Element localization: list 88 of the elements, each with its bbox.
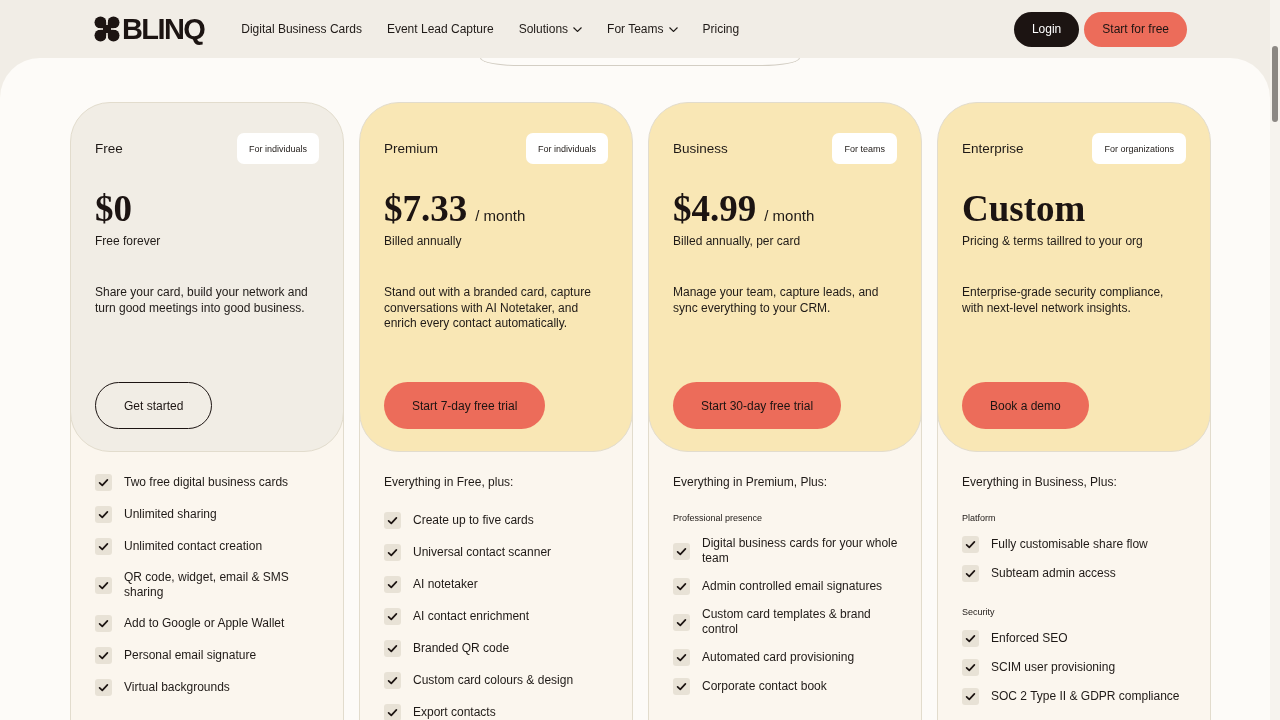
check-icon — [384, 544, 401, 561]
audience-tag: For individuals — [525, 133, 608, 164]
feature-text: Corporate contact book — [702, 679, 828, 694]
audience-tag: For organizations — [1092, 133, 1186, 164]
check-icon — [384, 512, 401, 529]
feature-text: Automated card provisioning — [702, 650, 856, 665]
billing-note: Billed annually — [384, 233, 463, 249]
plan-description: Manage your team, capture leads, and sync everything to your CRM. — [673, 285, 880, 316]
nav-link[interactable]: Solutions — [518, 18, 583, 40]
feature-text: Subteam admin access — [991, 566, 1117, 581]
plan-description: Stand out with a branded card, capture conversations with AI Notetaker, and enrich every contact automatically. — [384, 285, 592, 332]
feature-group-heading: Platform — [962, 512, 997, 524]
check-icon — [384, 672, 401, 689]
plan-name: Enterprise — [962, 141, 1024, 156]
plan-description: Enterprise-grade security compliance, with next-level network insights. — [962, 285, 1165, 316]
features-intro: Everything in Free, plus: — [384, 474, 515, 490]
feature-text: Unlimited sharing — [124, 507, 218, 522]
check-icon — [95, 538, 112, 555]
feature-text: Branded QR code — [413, 641, 511, 656]
feature-text: SOC 2 Type II & GDPR compliance — [991, 689, 1181, 704]
price-amount: Custom — [962, 190, 1086, 227]
scrollbar-thumb[interactable] — [1272, 46, 1278, 122]
feature-text: Custom card templates & brand control — [702, 607, 872, 637]
check-icon — [95, 474, 112, 491]
plan-button[interactable]: Book a demo — [962, 382, 1089, 429]
login-button[interactable]: Login — [1013, 11, 1080, 47]
feature-group-heading: Professional presence — [673, 512, 764, 524]
check-icon — [673, 678, 690, 695]
check-icon — [384, 608, 401, 625]
audience-tag: For individuals — [236, 133, 319, 164]
feature-text: Universal contact scanner — [413, 545, 553, 560]
price-period: / month — [475, 207, 526, 224]
audience-tag: For teams — [832, 133, 897, 164]
feature-text: Admin controlled email signatures — [702, 579, 884, 594]
feature-text: Unlimited contact creation — [124, 539, 264, 554]
check-icon — [673, 542, 690, 560]
plan-description: Share your card, build your network and turn good meetings into good business. — [95, 285, 309, 316]
check-icon — [962, 630, 979, 647]
check-icon — [95, 679, 112, 696]
feature-text: Export contacts — [413, 705, 497, 720]
feature-text: Create up to five cards — [413, 513, 535, 528]
check-icon — [673, 649, 690, 666]
check-icon — [673, 578, 690, 595]
billing-note: Pricing & terms taillred to your org — [962, 233, 1144, 249]
check-icon — [95, 647, 112, 664]
plan-name: Free — [95, 141, 123, 156]
check-icon — [962, 659, 979, 676]
plan-name: Business — [673, 141, 728, 156]
check-icon — [673, 613, 690, 631]
price-period: / month — [764, 207, 815, 224]
billing-note: Billed annually, per card — [673, 233, 802, 249]
feature-text: Fully customisable share flow — [991, 537, 1149, 552]
check-icon — [384, 576, 401, 593]
check-icon — [95, 506, 112, 523]
feature-text: Custom card colours & design — [413, 673, 575, 688]
feature-text: Personal email signature — [124, 648, 258, 663]
feature-text: Add to Google or Apple Wallet — [124, 616, 286, 631]
check-icon — [962, 565, 979, 582]
nav-link[interactable]: For Teams — [607, 18, 678, 40]
plan-button[interactable]: Start 30-day free trial — [673, 382, 842, 429]
nav-link[interactable]: Pricing — [702, 18, 740, 40]
price-amount: $0 — [95, 190, 132, 227]
check-icon — [95, 615, 112, 632]
billing-note: Free forever — [95, 233, 162, 249]
feature-group-heading: Security — [962, 606, 996, 618]
plan-name: Premium — [384, 141, 438, 156]
feature-text: AI contact enrichment — [413, 609, 531, 624]
check-icon — [962, 536, 979, 553]
feature-text: SCIM user provisioning — [991, 660, 1117, 675]
features-intro: Everything in Premium, Plus: — [673, 474, 829, 490]
logo-icon — [94, 16, 120, 42]
feature-text: QR code, widget, email & SMS sharing — [124, 570, 290, 600]
nav-link[interactable]: Event Lead Capture — [386, 18, 494, 40]
logo-wordmark[interactable]: BLINQ — [122, 14, 205, 44]
feature-text: Two free digital business cards — [124, 475, 290, 490]
nav-link[interactable]: Digital Business Cards — [241, 18, 362, 40]
check-icon — [962, 688, 979, 705]
feature-text: Virtual backgrounds — [124, 680, 231, 695]
features-intro: Everything in Business, Plus: — [962, 474, 1118, 490]
check-icon — [95, 576, 112, 594]
plan-button[interactable]: Start 7-day free trial — [384, 382, 546, 429]
check-icon — [384, 640, 401, 657]
price-amount: $7.33 — [384, 190, 468, 227]
signup-button[interactable]: Start for free — [1084, 11, 1187, 47]
feature-text: Enforced SEO — [991, 631, 1069, 646]
feature-text: AI notetaker — [413, 577, 479, 592]
feature-text: Digital business cards for your whole team — [702, 536, 899, 566]
price-amount: $4.99 — [673, 190, 757, 227]
